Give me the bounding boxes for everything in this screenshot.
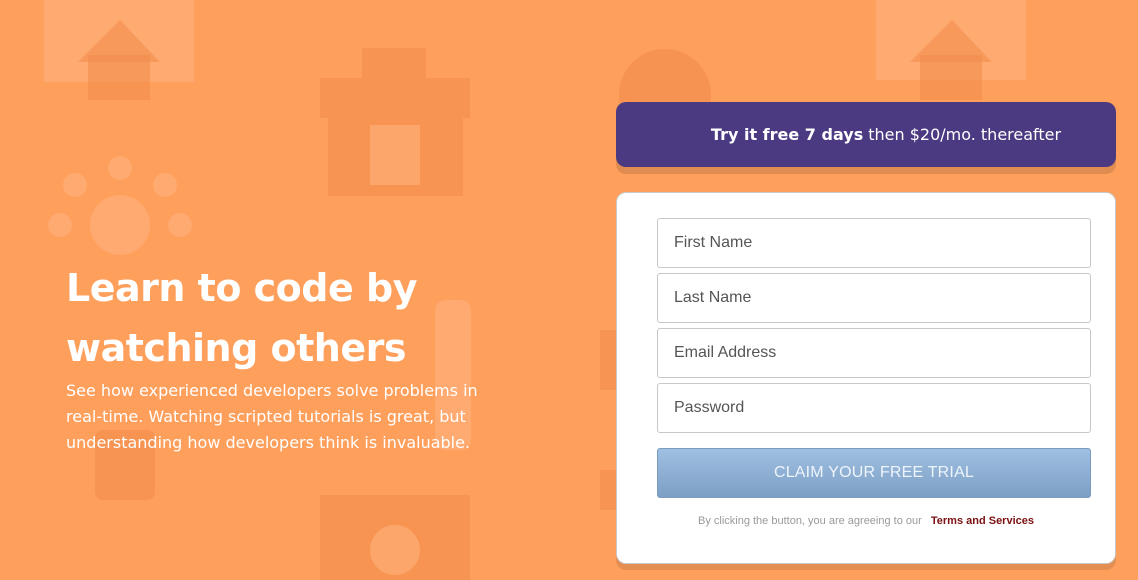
claim-trial-button[interactable]: CLAIM YOUR FREE TRIAL: [657, 448, 1091, 498]
signup-form: CLAIM YOUR FREE TRIAL By clicking the bu…: [616, 192, 1116, 564]
house-icon-right: [876, 0, 1026, 100]
terms-link[interactable]: Terms and Services: [931, 515, 1034, 527]
toolbox-icon: [320, 48, 470, 196]
terms-text: By clicking the button, you are agreeing…: [697, 515, 922, 527]
house-icon: [44, 0, 194, 100]
password-input[interactable]: [657, 383, 1091, 433]
hero-title: Learn to code by watching others: [66, 266, 417, 370]
promo-banner: Try it free 7 days then $20/mo. thereaft…: [616, 102, 1116, 167]
hero-description: See how experienced developers solve pro…: [66, 381, 478, 452]
hero-section: Learn to code by watching others See how…: [66, 258, 526, 456]
terms-notice: By clicking the button, you are agreeing…: [617, 515, 1115, 527]
first-name-input[interactable]: [657, 218, 1091, 268]
network-icon: [48, 156, 192, 255]
email-input[interactable]: [657, 328, 1091, 378]
promo-price: then $20/mo. thereafter: [868, 125, 1062, 144]
last-name-input[interactable]: [657, 273, 1091, 323]
promo-highlight: Try it free 7 days: [710, 125, 864, 144]
